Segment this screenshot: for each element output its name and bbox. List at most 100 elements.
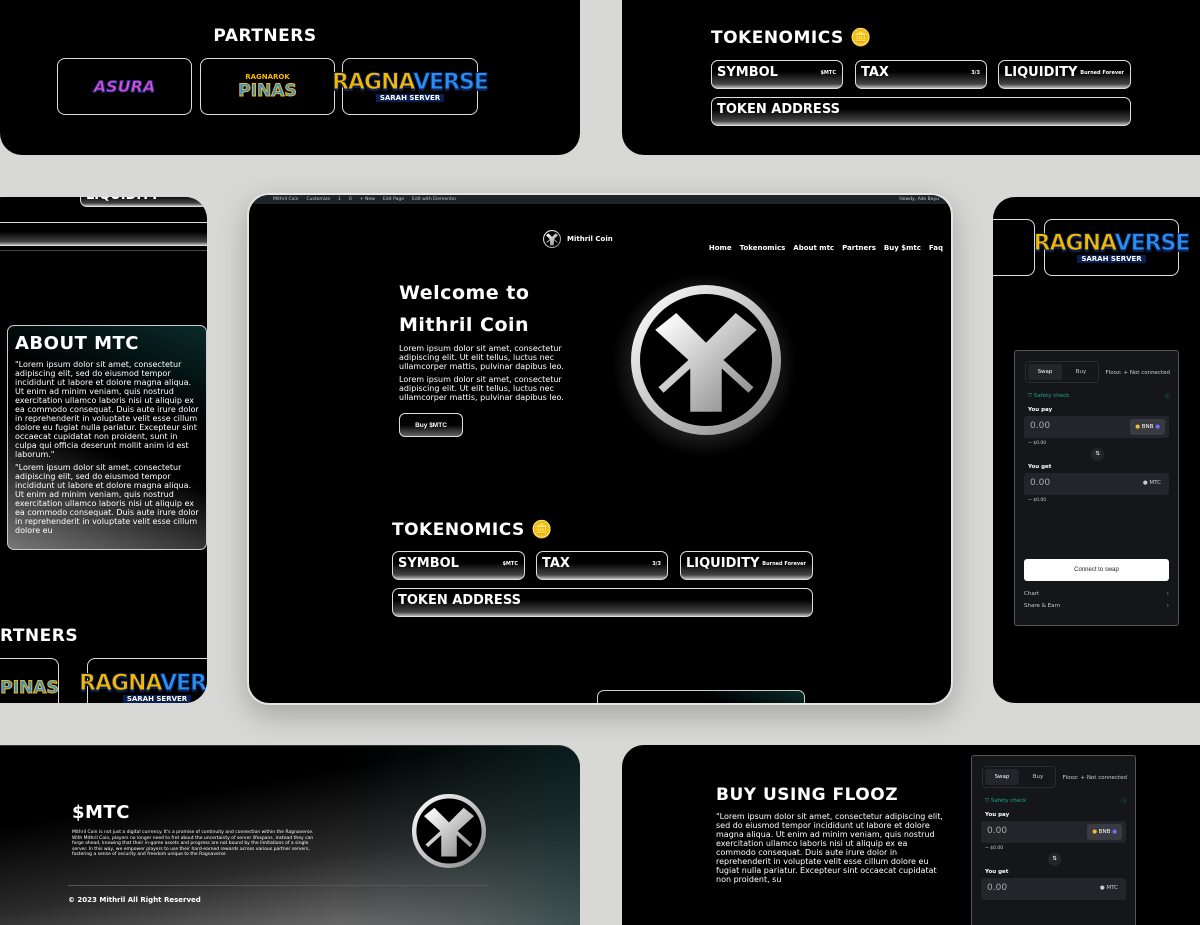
verse-text: VERSE — [413, 69, 490, 95]
hero-title: Welcome to Mithril Coin — [399, 277, 529, 341]
pill-token-address[interactable]: TOKEN ADDRESS — [711, 97, 1131, 126]
shield-icon: ⛉ — [1028, 393, 1033, 399]
you-pay-label: You pay — [985, 812, 1010, 818]
bnb-token-select[interactable]: ● BNB ● — [1130, 419, 1165, 435]
nav-partners[interactable]: Partners — [842, 244, 876, 252]
copyright: © 2023 Mithril All Right Reserved — [68, 896, 201, 904]
tokenomics-title-text: TOKENOMICS — [392, 520, 525, 540]
chain-icon: ● — [1155, 424, 1160, 430]
pay-usd: ~ $0.00 — [985, 846, 1004, 851]
partners-title: PARTNERS — [213, 26, 317, 46]
you-pay-label: You pay — [1028, 407, 1053, 413]
chart-link[interactable]: Chart › — [1024, 591, 1169, 597]
pay-usd: ~ $0.00 — [1028, 441, 1047, 446]
tab-buy[interactable]: Buy — [1064, 364, 1098, 380]
pill-value: 3/3 — [652, 560, 661, 567]
verse-text: VERSE — [160, 671, 207, 696]
partner-logo-asura[interactable]: ASURA — [57, 58, 192, 115]
partners-title-partial: RTNERS — [0, 626, 79, 646]
tab-buy[interactable]: Buy — [1021, 769, 1055, 785]
tab-swap[interactable]: Swap — [1028, 364, 1062, 380]
partner-logo-partial[interactable] — [993, 219, 1035, 276]
ragna-text: RAGNA — [1033, 230, 1116, 256]
nav-about[interactable]: About mtc — [793, 244, 834, 252]
about-title: ABOUT MTC — [15, 333, 140, 354]
tab-swap[interactable]: Swap — [985, 769, 1019, 785]
admin-updates[interactable]: 1 — [338, 197, 341, 202]
footer-title: $MTC — [72, 802, 130, 823]
ragnaverse-logo: RAGNAVERSE — [332, 69, 490, 95]
bnb-token-select[interactable]: ● BNB ● — [1087, 824, 1122, 840]
get-value[interactable]: 0.00 — [1030, 478, 1050, 488]
swap-direction-button[interactable]: ⇅ — [1091, 448, 1104, 461]
bnb-icon: ● — [1135, 424, 1141, 430]
nav-tokenomics[interactable]: Tokenomics — [740, 244, 786, 252]
mtc-token: MTC — [1149, 480, 1161, 486]
pill-value: 3/3 — [971, 69, 980, 76]
site-brand[interactable]: Mithril Coin — [543, 230, 613, 248]
ragna-text: RAGNA — [79, 671, 162, 696]
pill-label: SYMBOL — [398, 556, 459, 571]
pay-input[interactable]: 0.00 ● BNB ● — [1024, 416, 1169, 438]
info-icon[interactable]: ⓘ — [1121, 797, 1127, 805]
pill-label: LIQUIDITY — [1004, 65, 1078, 80]
coin-logo-icon — [543, 230, 561, 248]
safety-check[interactable]: ⛉ Safety check — [1028, 393, 1069, 400]
footer-panel: $MTC Mithril Coin is not just a digital … — [0, 745, 580, 925]
mithril-coin-logo — [631, 285, 781, 435]
pill-label: LIQUIDITY — [686, 556, 760, 571]
pill-value: $MTC — [820, 69, 836, 76]
chain-icon: ● — [1112, 829, 1117, 835]
bnb-icon: ● — [1092, 829, 1098, 835]
admin-elementor[interactable]: Edit with Elementor — [412, 197, 456, 202]
ragnaverse-sub: SARAH SERVER — [375, 93, 445, 102]
safety-check-label: Safety check — [1033, 393, 1070, 399]
partner-logo-ragnaverse[interactable]: RAGNAVERSE SARAH SERVER — [1033, 219, 1191, 276]
get-input[interactable]: 0.00 ● MTC — [1024, 473, 1169, 495]
about-panel: LIQUIDITY ABOUT MTC "Lorem ipsum dolor s… — [0, 197, 207, 703]
tokenomics-title-text: TOKENOMICS — [711, 28, 844, 48]
pay-value[interactable]: 0.00 — [987, 826, 1007, 836]
flooz-swap-widget: Swap Buy Flooz: + Not connected ⛉ Safety … — [1014, 350, 1179, 626]
nav-buy[interactable]: Buy $mtc — [884, 244, 921, 252]
admin-comments[interactable]: 0 — [349, 197, 352, 202]
pay-token: BNB — [1098, 829, 1111, 835]
swap-direction-button[interactable]: ⇅ — [1048, 853, 1061, 866]
admin-customize[interactable]: Customize — [307, 197, 331, 202]
admin-howdy[interactable]: Howdy, Ade Bayu — [899, 197, 939, 202]
connect-to-swap-button[interactable]: Connect to swap — [1024, 559, 1169, 581]
share-earn-link[interactable]: Share & Earn › — [1024, 603, 1169, 609]
partner-logo-pinas[interactable]: PINAS — [0, 658, 59, 703]
hero-title-line: Mithril Coin — [399, 314, 530, 336]
mtc-token-select[interactable]: ● MTC — [1143, 480, 1161, 486]
safety-check[interactable]: ⛉ Safety check — [985, 798, 1026, 805]
chart-label: Chart — [1024, 591, 1040, 597]
tokenomics-title: TOKENOMICS 🪙 — [711, 28, 872, 48]
get-value[interactable]: 0.00 — [987, 883, 1007, 893]
footer-text: Mithril Coin is not just a digital curre… — [72, 830, 314, 857]
pay-value[interactable]: 0.00 — [1030, 421, 1050, 431]
admin-new[interactable]: + New — [360, 197, 375, 202]
pill-label: TOKEN ADDRESS — [717, 102, 840, 117]
nav-faq[interactable]: Faq — [929, 244, 943, 252]
pill-label: TOKEN ADDRESS — [398, 593, 521, 608]
info-icon[interactable]: ⓘ — [1164, 392, 1170, 400]
admin-site-link[interactable]: Mithril Coin — [273, 197, 299, 202]
pill-value: Burned Forever — [762, 560, 806, 567]
buy-mtc-button[interactable]: Buy $MTC — [399, 413, 463, 437]
partner-logo-ragnaverse[interactable]: RAGNAVERSE SARAH SERVER — [79, 658, 207, 703]
coins-icon: 🪙 — [531, 520, 553, 540]
pill-tax: TAX 3/3 — [536, 551, 668, 580]
partner-logo-pinas[interactable]: RAGNAROK PINAS — [200, 58, 335, 115]
pill-token-address[interactable]: TOKEN ADDRESS — [392, 588, 813, 617]
admin-edit-page[interactable]: Edit Page — [383, 197, 404, 202]
chevron-right-icon: › — [1166, 603, 1169, 609]
pill-label: TAX — [861, 65, 889, 80]
partner-logo-ragnaverse[interactable]: RAGNAVERSE SARAH SERVER — [332, 58, 489, 115]
pay-input[interactable]: 0.00 ● BNB ● — [981, 821, 1126, 843]
nav-home[interactable]: Home — [709, 244, 732, 252]
flooz-title: BUY USING FLOOZ — [716, 785, 899, 805]
mtc-token-select[interactable]: ● MTC — [1100, 885, 1118, 891]
main-site-window: Mithril Coin Customize 1 0 + New Edit Pa… — [247, 193, 953, 705]
get-input[interactable]: 0.00 ● MTC — [981, 878, 1126, 900]
